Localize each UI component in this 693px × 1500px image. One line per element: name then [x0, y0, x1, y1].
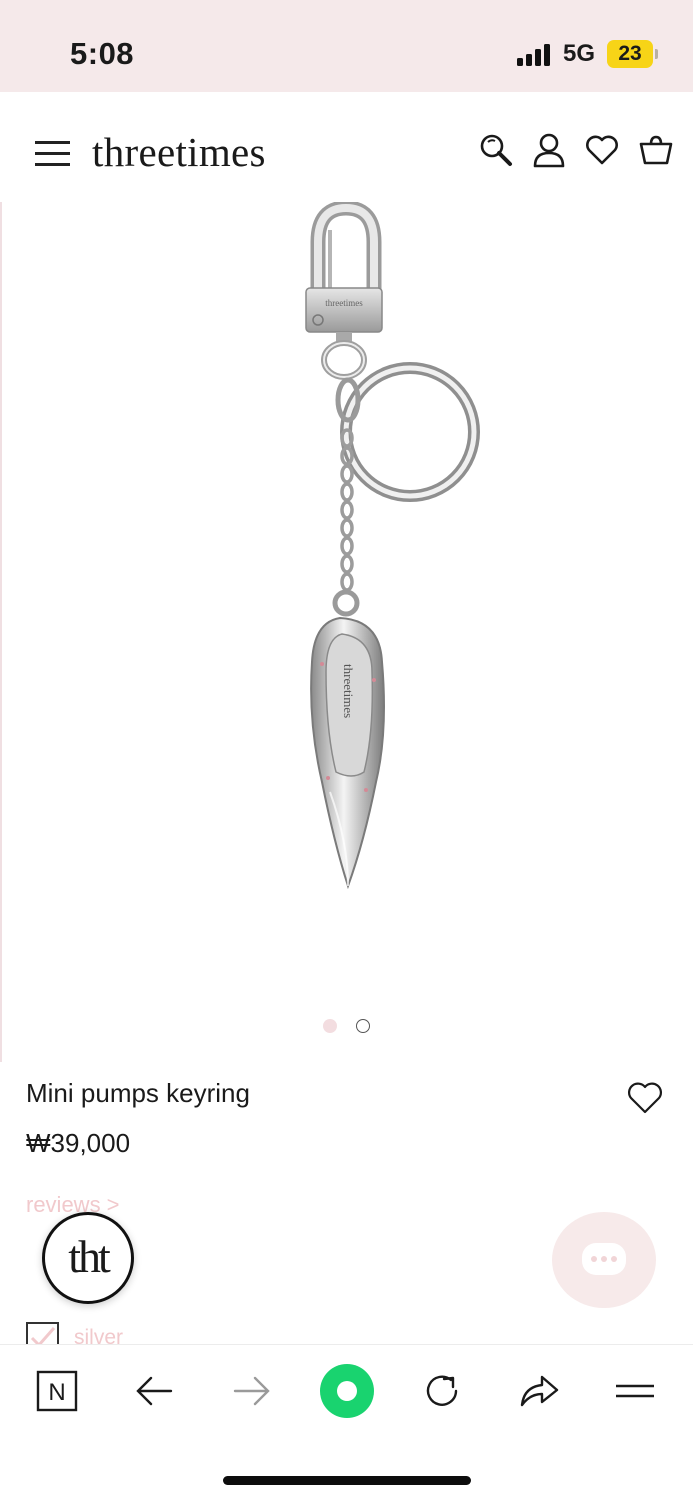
- cart-icon[interactable]: [638, 132, 674, 168]
- naver-label: N: [48, 1379, 65, 1406]
- chat-button[interactable]: [552, 1212, 656, 1308]
- naver-icon[interactable]: N: [35, 1369, 79, 1413]
- slide-dot-active[interactable]: [323, 1019, 337, 1033]
- home-icon[interactable]: [319, 1363, 375, 1419]
- slide-dot[interactable]: [356, 1019, 370, 1033]
- svg-text:threetimes: threetimes: [341, 664, 356, 718]
- forward-arrow-icon[interactable]: [229, 1369, 273, 1413]
- product-name: Mini pumps keyring: [26, 1078, 250, 1108]
- menu-icon[interactable]: [35, 141, 70, 166]
- svg-text:threetimes: threetimes: [325, 298, 363, 308]
- home-indicator: [223, 1476, 471, 1485]
- checkbox[interactable]: [26, 1322, 59, 1344]
- product-price: ₩39,000: [26, 1128, 131, 1158]
- browser-menu-icon[interactable]: [613, 1369, 657, 1413]
- product-gallery[interactable]: threetimes threetimes: [0, 202, 693, 1062]
- browser-toolbar: N: [0, 1344, 693, 1500]
- battery-nub: [655, 49, 658, 59]
- search-icon[interactable]: [478, 132, 514, 168]
- wishlist-icon[interactable]: [584, 132, 620, 168]
- tht-badge[interactable]: tht: [42, 1212, 134, 1304]
- account-icon[interactable]: [531, 132, 567, 168]
- color-option[interactable]: silver: [26, 1322, 326, 1344]
- chat-icon: [582, 1243, 626, 1275]
- battery-icon: 23: [607, 40, 653, 68]
- product-image: threetimes threetimes: [305, 202, 480, 890]
- check-icon: [30, 1327, 56, 1344]
- site-logo[interactable]: threetimes: [92, 128, 266, 176]
- site-header: threetimes: [0, 92, 693, 202]
- signal-icon: [517, 44, 555, 66]
- network-label: 5G: [563, 40, 596, 67]
- status-bar: 5:08 5G 23: [0, 0, 693, 92]
- back-arrow-icon[interactable]: [133, 1369, 177, 1413]
- option-label: silver: [74, 1326, 124, 1344]
- status-time: 5:08: [70, 36, 135, 71]
- refresh-icon[interactable]: [420, 1369, 464, 1413]
- share-icon[interactable]: [516, 1369, 560, 1413]
- heart-icon[interactable]: [626, 1081, 664, 1115]
